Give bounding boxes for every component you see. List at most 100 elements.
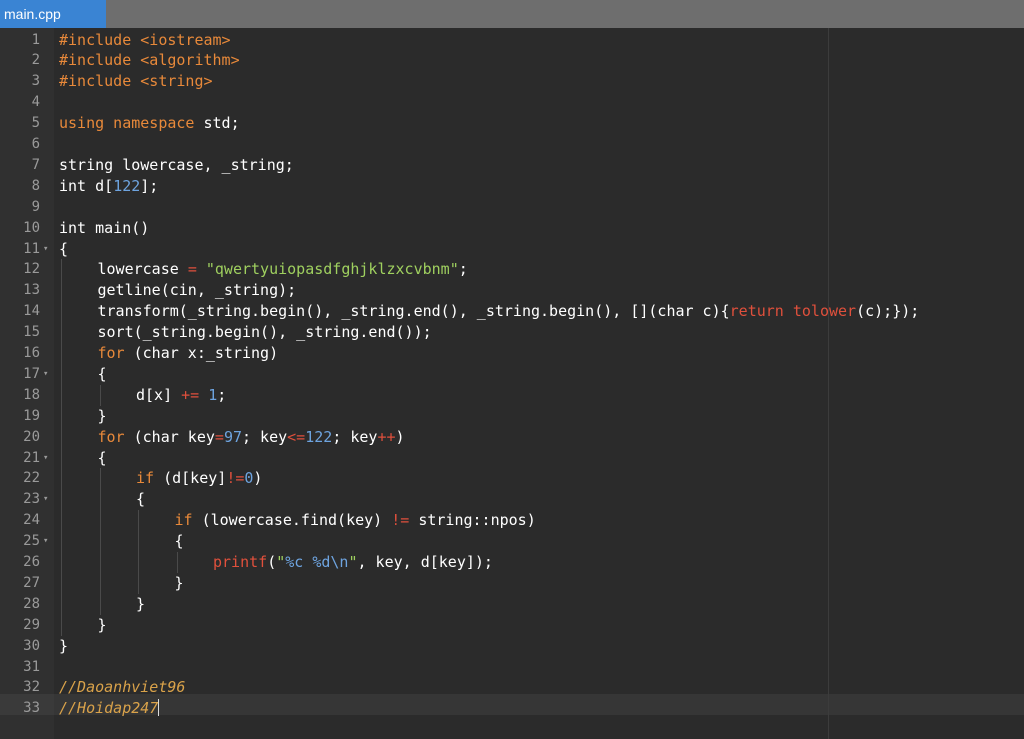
line-number: 2 [31,52,40,69]
line-number: 16 [23,345,40,361]
code-token: for [97,427,125,446]
code-token: std; [194,114,240,133]
code-token: (c);}); [856,302,920,321]
code-line: 13 getline(cin, _string); [0,280,1024,301]
code-token: #include <string> [59,72,213,91]
code-line: 19} [0,406,1024,427]
code-token: int main() [59,218,150,237]
code-line: 1 #include <iostream> [0,30,1024,51]
code-token: { [97,364,107,383]
code-text: printf("%c %d\n", key, d[key]); [213,552,493,573]
code-token: ; [458,260,468,279]
code-token: #include <algorithm> [59,51,240,70]
code-token: "qwertyuiopasdfghjklzxcvbnm" [205,260,459,279]
line-number: 4 [31,94,40,111]
code-token: , key, d[key]); [357,553,493,571]
code-token: printf [213,553,268,571]
code-token: string::npos) [409,511,536,530]
line-number: 14 [23,303,40,320]
code-text: for (char key=97; key<=122; key++) [98,427,405,448]
line-number: 18 [23,386,40,403]
code-line: 24 if (lowercase.find(key) != string::npo… [0,510,1024,531]
code-token: if [174,511,193,530]
code-text: int d[122]; [59,176,158,197]
code-text: transform(_string.begin(), _string.end()… [98,301,920,322]
line-number: 30 [23,637,40,654]
code-editor[interactable]: 1 #include <iostream> 2 #include <algorithm… [0,28,1024,739]
code-text: { [175,531,184,552]
code-text: //Hoidap247 [59,698,160,719]
code-token: ; key [242,427,288,446]
code-text: for (char x:_string) [98,343,279,364]
code-token: 1 [208,385,218,404]
fold-toggle-icon[interactable]: ▾ [43,369,48,379]
code-line: 6 [0,134,1024,155]
code-line: 33 //Hoidap247 [0,698,1024,719]
code-token: } [59,636,69,655]
code-text: } [136,594,145,615]
code-token: ; key [332,427,378,446]
code-token: " [276,553,286,571]
code-line: 32 //Daoanhviet96 [0,677,1024,698]
line-number: 7 [31,156,40,173]
code-token: " [348,553,358,571]
line-number: 26 [23,554,40,570]
code-text: #include <iostream> [59,30,231,51]
code-line: 21 ▾ { [0,448,1024,469]
code-token: { [174,532,184,551]
code-line: 18 d[x] += 1; [0,385,1024,406]
line-number: 32 [23,679,40,696]
code-line: 4 [0,92,1024,113]
code-line: 16 for (char x:_string) [0,343,1024,364]
code-token: { [97,448,107,467]
code-text: sort(_string.begin(), _string.end()); [98,322,432,343]
code-token: return [729,302,784,321]
code-line: 12 lowercase = "qwertyuiopasdfghjklzxcvbn… [0,259,1024,280]
code-token: (char key [124,427,215,446]
fold-toggle-icon[interactable]: ▾ [43,495,48,504]
code-line: 27} [0,573,1024,594]
line-number: 29 [23,616,40,633]
code-token: string lowercase, _string; [59,155,294,174]
code-line: 23 ▾ { [0,489,1024,510]
line-number: 1 [31,31,40,48]
code-token: (char x:_string) [124,344,279,362]
code-line: 2 #include <algorithm> [0,50,1024,71]
code-token: } [97,615,107,634]
code-token: getline(cin, _string); [97,281,297,300]
line-number: 31 [23,658,40,675]
line-number: 11 [23,240,40,257]
tab-main-cpp[interactable]: main.cpp [0,0,106,28]
line-number: 17 [23,365,40,382]
code-token: } [97,406,107,425]
code-token: ]; [140,176,159,195]
code-token: for [97,344,125,362]
code-text: } [175,573,184,594]
code-text: using namespace std; [59,113,240,134]
line-number: 25 [23,533,40,550]
code-token: (lowercase.find(key) [192,511,392,530]
code-text: } [98,406,107,427]
code-text: #include <algorithm> [59,50,240,71]
code-line: 15 sort(_string.begin(), _string.end()); [0,322,1024,343]
code-token: (d[key] [154,469,227,488]
code-text: { [98,364,107,385]
line-number: 13 [23,282,40,299]
code-token: lowercase [97,260,188,279]
code-text: //Daoanhviet96 [59,677,185,698]
code-line: 3 #include <string> [0,71,1024,92]
code-text: lowercase = "qwertyuiopasdfghjklzxcvbnm"… [98,259,468,280]
code-text: } [98,615,107,636]
line-number: 6 [31,136,40,152]
fold-toggle-icon[interactable]: ▾ [43,244,48,254]
line-number: 10 [23,219,40,236]
code-token: ++ [377,427,396,446]
fold-toggle-icon[interactable]: ▾ [43,537,48,546]
code-token: //Hoidap247 [59,699,159,718]
fold-toggle-icon[interactable]: ▾ [43,453,48,463]
code-token: = [214,427,224,446]
line-number: 9 [31,198,40,215]
code-token: int d[ [59,176,114,195]
